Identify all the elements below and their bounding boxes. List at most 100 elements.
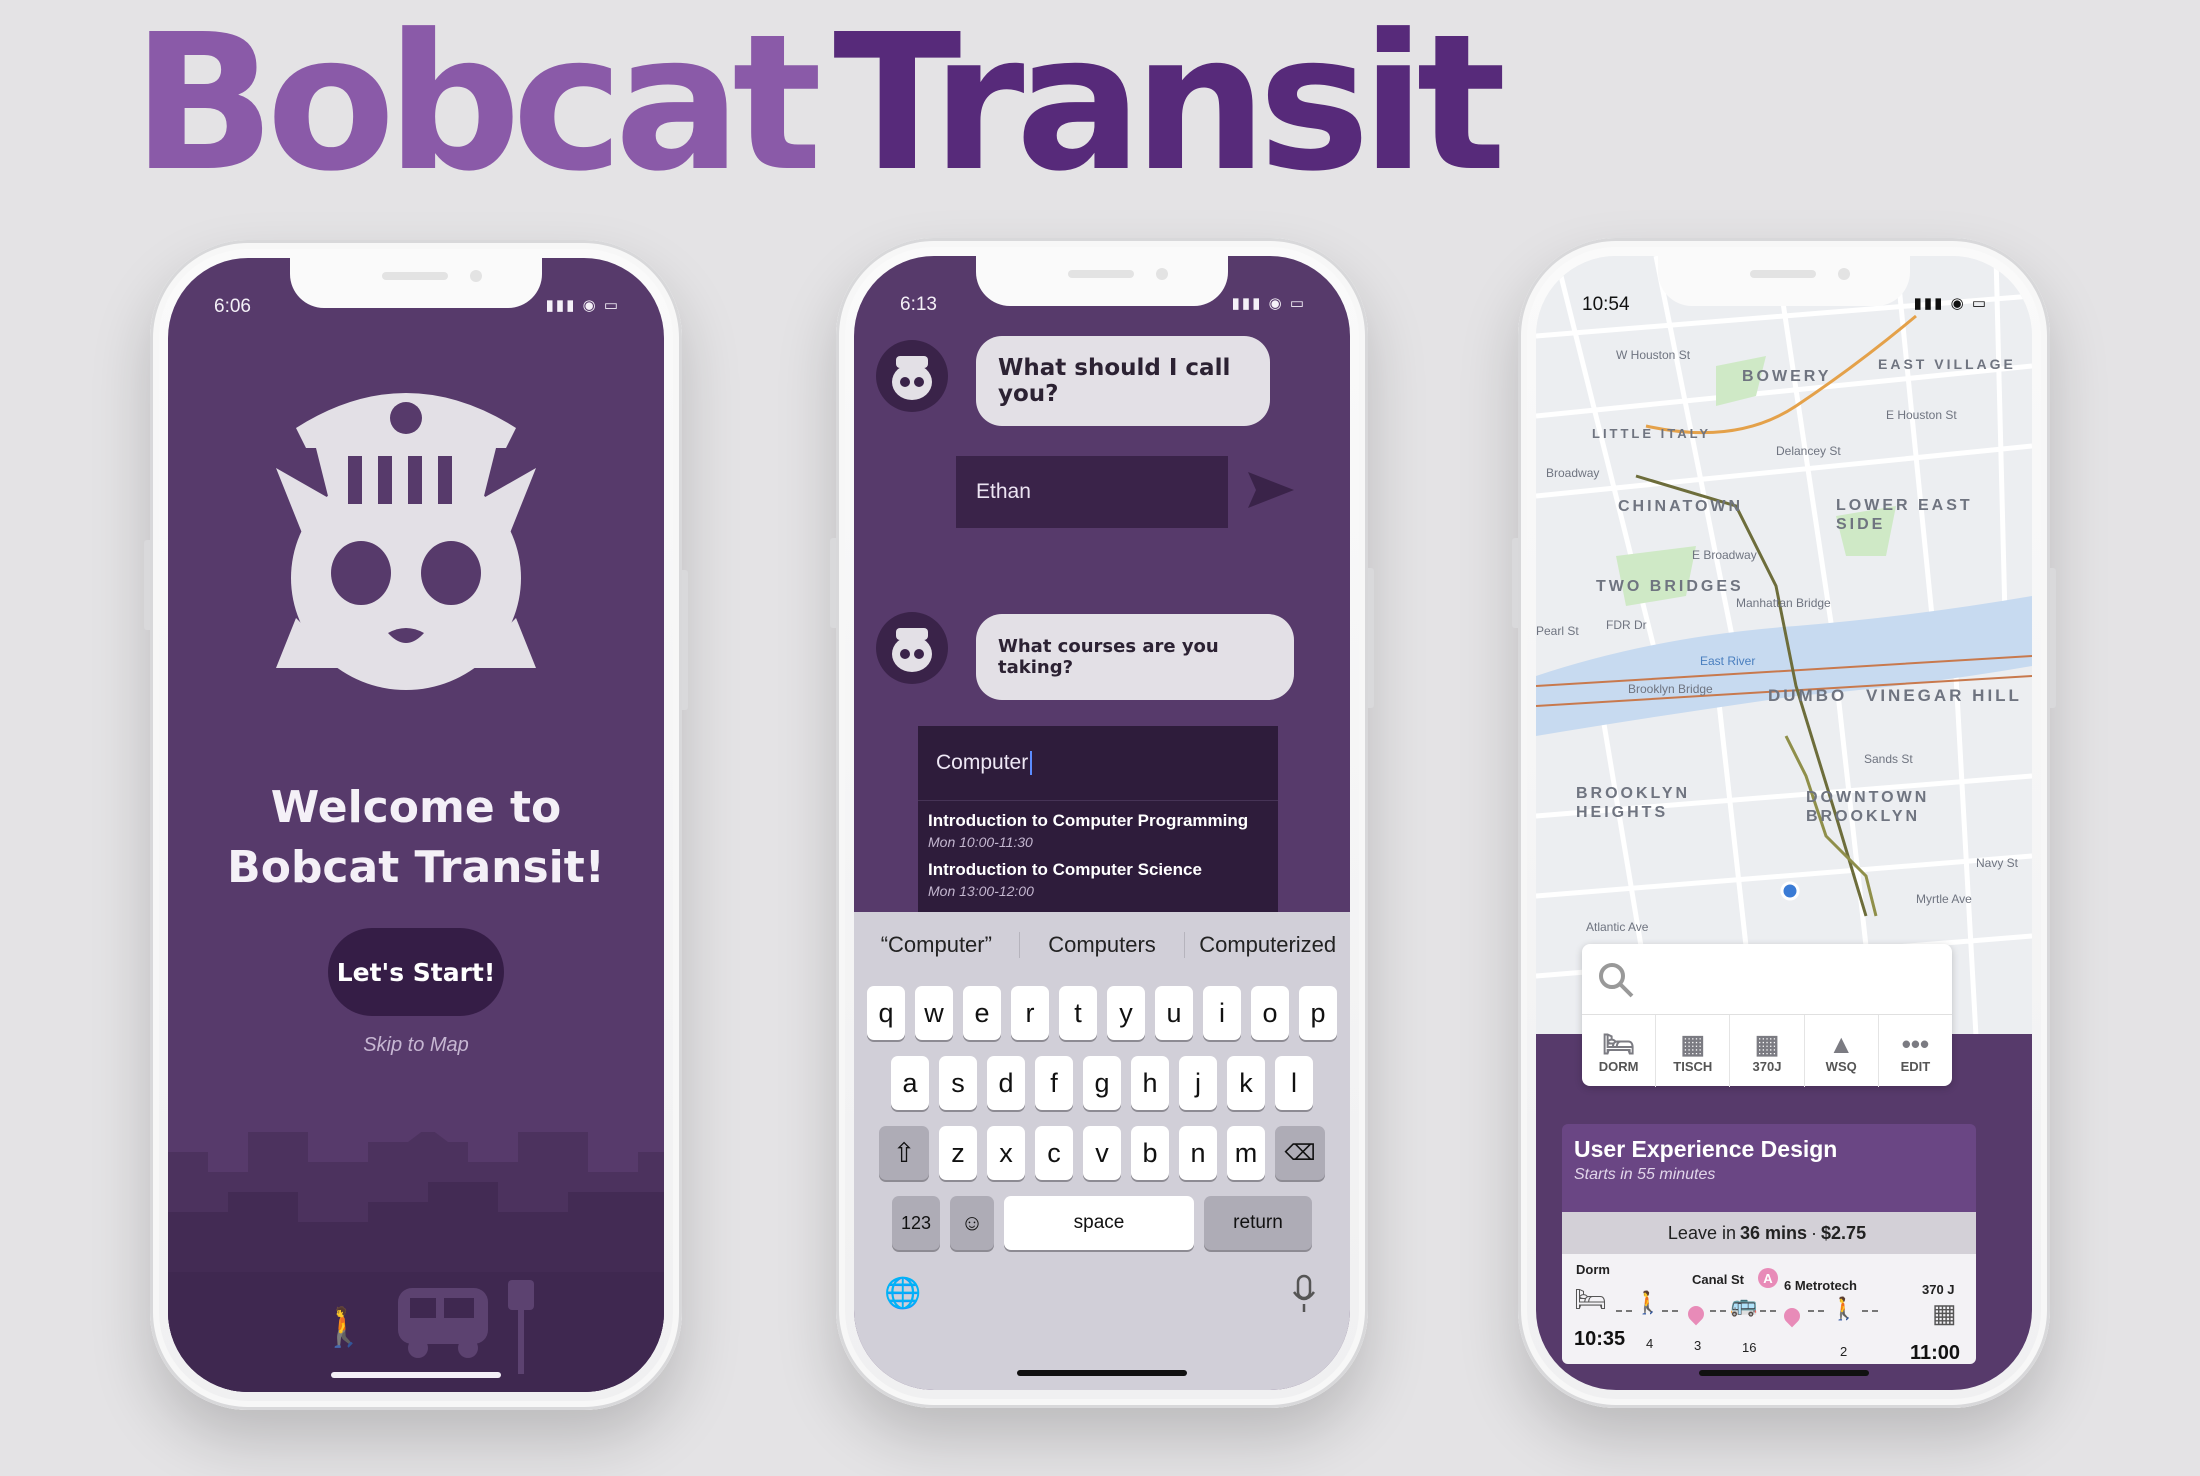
key[interactable]: f — [1035, 1056, 1073, 1110]
home-indicator[interactable] — [1699, 1370, 1869, 1376]
key[interactable]: k — [1227, 1056, 1265, 1110]
keyboard: “Computer” Computers Computerized q w e … — [854, 912, 1350, 1390]
home-indicator[interactable] — [1017, 1370, 1187, 1376]
map-label: DOWNTOWN BROOKLYN — [1806, 789, 1930, 825]
walking-icon: 🚶 — [1830, 1296, 1858, 1321]
train-line-badge: A — [1758, 1268, 1778, 1288]
key[interactable]: x — [987, 1126, 1025, 1180]
course-search: Computer Introduction to Computer Progra… — [918, 726, 1278, 940]
key[interactable]: e — [963, 986, 1001, 1040]
map-label: VINEGAR HILL — [1866, 686, 2022, 705]
return-key[interactable]: return — [1204, 1196, 1312, 1250]
key[interactable]: p — [1299, 986, 1337, 1040]
skip-to-map-link[interactable]: Skip to Map — [168, 1034, 664, 1057]
street-label: FDR Dr — [1606, 618, 1647, 632]
welcome-title-line1: Welcome to — [270, 782, 562, 833]
key[interactable]: g — [1083, 1056, 1121, 1110]
route-stop1: Canal St — [1692, 1272, 1745, 1287]
search-card: 🛏 DORM ▦ TISCH ▦ 370J ▲ WSQ ••• EDIT — [1582, 944, 1952, 1087]
quick-wsq[interactable]: ▲ WSQ — [1805, 1015, 1879, 1087]
key[interactable]: n — [1179, 1126, 1217, 1180]
arrive-time: 11:00 — [1910, 1342, 1961, 1364]
key[interactable]: q — [867, 986, 905, 1040]
hero-title: Bobcat Transit — [132, 10, 1506, 198]
street-label: E Broadway — [1692, 548, 1757, 562]
street-label: Broadway — [1546, 466, 1600, 480]
quick-edit[interactable]: ••• EDIT — [1879, 1015, 1952, 1087]
route-origin: Dorm — [1576, 1262, 1610, 1277]
trip-card[interactable]: User Experience Design Starts in 55 minu… — [1562, 1124, 1976, 1364]
home-indicator[interactable] — [331, 1372, 501, 1378]
leave-prefix: Leave in — [1667, 1222, 1736, 1243]
course-result[interactable]: Introduction to Computer Science Mon 13:… — [918, 850, 1278, 899]
space-key[interactable]: space — [1004, 1196, 1194, 1250]
send-icon[interactable] — [1248, 470, 1294, 510]
key[interactable]: z — [939, 1126, 977, 1180]
suggestion[interactable]: Computerized — [1185, 932, 1350, 958]
more-icon: ••• — [1901, 1028, 1930, 1059]
notch — [976, 256, 1228, 306]
bot-question-name: What should I call you? — [976, 336, 1270, 426]
numbers-key[interactable]: 123 — [892, 1196, 940, 1250]
bus-icon — [398, 1288, 488, 1358]
quick-370j[interactable]: ▦ 370J — [1730, 1015, 1805, 1087]
key[interactable]: u — [1155, 986, 1193, 1040]
route-stop2: 6 Metrotech — [1784, 1278, 1857, 1293]
suggestion[interactable]: “Computer” — [854, 932, 1020, 958]
key[interactable]: o — [1251, 986, 1289, 1040]
street-label: East River — [1700, 654, 1756, 668]
depart-time: 10:35 — [1574, 1328, 1626, 1350]
suggestion[interactable]: Computers — [1020, 932, 1186, 958]
course-result[interactable]: Introduction to Computer Programming Mon… — [918, 801, 1278, 850]
leave-bar: Leave in 36 mins · $2.75 — [1562, 1212, 1976, 1254]
key[interactable]: c — [1035, 1126, 1073, 1180]
key[interactable]: v — [1083, 1126, 1121, 1180]
key[interactable]: a — [891, 1056, 929, 1110]
street-label: Sands St — [1864, 752, 1913, 766]
quick-label: 370J — [1752, 1058, 1782, 1074]
globe-icon[interactable]: 🌐 — [884, 1276, 921, 1311]
bot-avatar-icon — [876, 612, 948, 684]
key-row-4: 123 ☺ space return — [854, 1196, 1350, 1250]
key[interactable]: i — [1203, 986, 1241, 1040]
key[interactable]: t — [1059, 986, 1097, 1040]
shift-key-icon[interactable]: ⇧ — [879, 1126, 929, 1180]
hero-title-word1: Bobcat — [132, 0, 822, 213]
search-bar[interactable] — [1582, 944, 1952, 1015]
street-label: Atlantic Ave — [1586, 920, 1649, 934]
key[interactable]: l — [1275, 1056, 1313, 1110]
key[interactable]: d — [987, 1056, 1025, 1110]
building-icon: ▦ — [1754, 1028, 1780, 1059]
segment3-minutes: 16 — [1742, 1340, 1757, 1355]
key[interactable]: h — [1131, 1056, 1169, 1110]
notch — [290, 258, 542, 308]
quick-destinations: 🛏 DORM ▦ TISCH ▦ 370J ▲ WSQ ••• EDIT — [1582, 1015, 1952, 1087]
hero-title-word2: Transit — [833, 0, 1506, 213]
street-label: Navy St — [1976, 856, 2019, 870]
phone-chat: 6:13 ▮▮▮ ◉ ▭ What should I call you? Eth… — [830, 238, 1374, 1408]
pin-icon — [1684, 1302, 1708, 1326]
key[interactable]: j — [1179, 1056, 1217, 1110]
key[interactable]: r — [1011, 986, 1049, 1040]
street-label: Pearl St — [1536, 624, 1579, 638]
trip-starts-in: Starts in 55 minutes — [1574, 1166, 1716, 1183]
welcome-title: Welcome to Bobcat Transit! — [168, 778, 664, 898]
key[interactable]: y — [1107, 986, 1145, 1040]
quick-dorm[interactable]: 🛏 DORM — [1582, 1015, 1657, 1087]
key[interactable]: w — [915, 986, 953, 1040]
emoji-key-icon[interactable]: ☺ — [950, 1196, 994, 1250]
delete-key-icon[interactable]: ⌫ — [1275, 1126, 1325, 1180]
key[interactable]: b — [1131, 1126, 1169, 1180]
microphone-icon[interactable] — [1292, 1274, 1316, 1314]
autocomplete-bar: “Computer” Computers Computerized — [854, 912, 1350, 978]
map-label: BOWERY — [1742, 368, 1832, 385]
route-timeline: Dorm Canal St A 6 Metrotech 370 J 🛏 🚶 🚌 … — [1562, 1254, 1976, 1364]
key[interactable]: s — [939, 1056, 977, 1110]
course-search-input[interactable]: Computer — [918, 726, 1278, 801]
quick-tisch[interactable]: ▦ TISCH — [1656, 1015, 1731, 1087]
key[interactable]: m — [1227, 1126, 1265, 1180]
quick-label: WSQ — [1825, 1058, 1857, 1074]
lets-start-button[interactable]: Let's Start! — [328, 928, 504, 1016]
name-input[interactable]: Ethan — [956, 456, 1228, 528]
status-time: 6:13 — [900, 294, 937, 315]
